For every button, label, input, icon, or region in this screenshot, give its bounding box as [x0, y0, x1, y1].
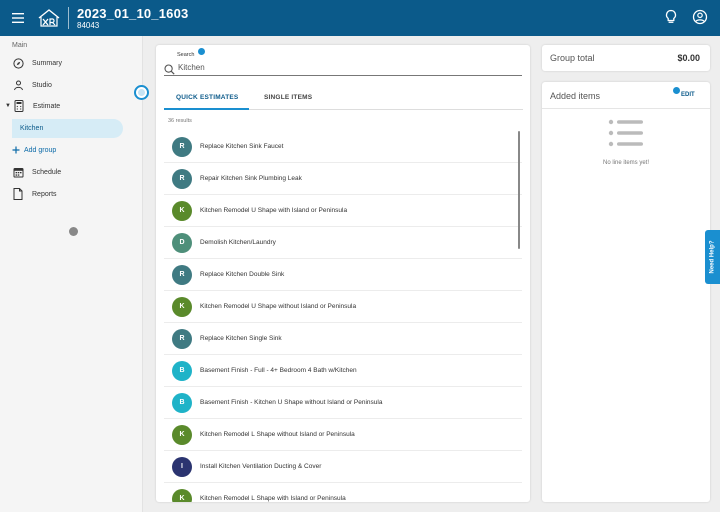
search-icon — [164, 62, 175, 80]
sidebar-item-estimate[interactable]: ▼ Estimate — [5, 99, 60, 113]
item-label: Replace Kitchen Single Sink — [200, 335, 282, 342]
results-count: 36 results — [168, 118, 192, 124]
item-avatar: K — [172, 488, 192, 502]
item-avatar: B — [172, 360, 192, 381]
item-avatar: D — [172, 232, 192, 253]
header-divider — [68, 7, 69, 29]
app-logo[interactable] — [36, 7, 62, 29]
group-total-card: Group total $0.00 — [542, 45, 710, 71]
loading-indicator-dot — [69, 227, 78, 236]
need-help-button[interactable]: Need Help? — [705, 230, 720, 284]
item-avatar: I — [172, 456, 192, 477]
hint-dot — [673, 87, 680, 94]
list-scrollbar[interactable] — [518, 131, 520, 249]
list-item[interactable]: B Basement Finish - Kitchen U Shape witho… — [164, 387, 522, 419]
list-item[interactable]: R Replace Kitchen Single Sink — [164, 323, 522, 355]
list-item[interactable]: B Basement Finish - Full - 4+ Bedroom 4 B… — [164, 355, 522, 387]
sidebar-item-kitchen[interactable]: Kitchen — [12, 119, 123, 138]
item-label: Install Kitchen Ventilation Ducting & Co… — [200, 463, 322, 470]
calendar-icon — [12, 166, 24, 178]
add-group-button[interactable]: Add group — [12, 143, 56, 157]
item-label: Replace Kitchen Double Sink — [200, 271, 285, 278]
item-label: Basement Finish - Kitchen U Shape withou… — [200, 399, 383, 406]
account-icon[interactable] — [692, 9, 708, 30]
item-avatar: R — [172, 168, 192, 189]
empty-list-icon — [608, 119, 644, 156]
search-label: Search — [177, 52, 195, 58]
sidebar: Main Summary Studio ▼ Estimate Kitchen A… — [0, 36, 143, 512]
list-item[interactable]: R Repair Kitchen Sink Plumbing Leak — [164, 163, 522, 195]
item-label: Kitchen Remodel U Shape without Island o… — [200, 303, 357, 310]
sidebar-item-label: Schedule — [32, 168, 62, 176]
tab-quick-estimates[interactable]: QUICK ESTIMATES — [176, 94, 238, 101]
search-input[interactable] — [178, 61, 518, 73]
item-label: Repair Kitchen Sink Plumbing Leak — [200, 175, 302, 182]
list-item[interactable]: K Kitchen Remodel U Shape without Island … — [164, 291, 522, 323]
divider — [542, 108, 710, 109]
search-underline — [164, 75, 522, 76]
group-total-label: Group total — [550, 53, 595, 63]
item-avatar: K — [172, 424, 192, 445]
need-help-label: Need Help? — [709, 240, 716, 274]
item-label: Kitchen Remodel U Shape with Island or P… — [200, 207, 348, 214]
calculator-icon — [13, 100, 25, 112]
project-title: 2023_01_10_1603 — [77, 5, 189, 21]
item-label: Kitchen Remodel L Shape without Island o… — [200, 431, 355, 438]
item-avatar: R — [172, 264, 192, 285]
empty-state-text: No line items yet! — [602, 160, 650, 166]
item-label: Basement Finish - Full - 4+ Bedroom 4 Ba… — [200, 367, 357, 374]
top-app-bar: 2023_01_10_1603 84043 — [0, 0, 720, 36]
results-list: R Replace Kitchen Sink Faucet R Repair Kitc… — [164, 131, 522, 502]
document-icon — [12, 188, 24, 200]
sidebar-item-schedule[interactable]: Schedule — [12, 165, 61, 179]
added-items-card: Added items EDIT No line items yet! — [542, 82, 710, 502]
item-avatar: K — [172, 200, 192, 221]
compass-icon — [12, 57, 24, 69]
sidebar-item-label: Reports — [32, 190, 57, 198]
sidebar-item-label: Summary — [32, 59, 62, 67]
item-avatar: K — [172, 296, 192, 317]
list-item[interactable]: K Kitchen Remodel U Shape with Island or … — [164, 195, 522, 227]
item-avatar: R — [172, 328, 192, 349]
item-avatar: R — [172, 136, 192, 157]
item-label: Demolish Kitchen/Laundry — [200, 239, 276, 246]
sidebar-section-label: Main — [12, 42, 28, 49]
added-items-title: Added items — [550, 91, 601, 101]
active-tab-indicator — [164, 108, 249, 110]
hint-dot — [198, 48, 205, 55]
list-item[interactable]: R Replace Kitchen Sink Faucet — [164, 131, 522, 163]
sidebar-item-label: Kitchen — [20, 125, 44, 132]
header-actions — [664, 9, 708, 30]
tab-bar: QUICK ESTIMATES SINGLE ITEMS — [164, 90, 523, 110]
item-avatar: B — [172, 392, 192, 413]
sidebar-item-label: Estimate — [32, 102, 61, 110]
sidebar-item-studio[interactable]: Studio — [12, 78, 52, 92]
project-number: 84043 — [77, 20, 100, 30]
sidebar-item-label: Studio — [32, 81, 52, 89]
project-title-block: 2023_01_10_1603 84043 — [77, 7, 188, 30]
group-total-value: $0.00 — [677, 53, 700, 63]
lightbulb-icon[interactable] — [664, 9, 678, 30]
edit-button[interactable]: EDIT — [681, 92, 695, 98]
caret-down-icon[interactable]: ▼ — [5, 103, 11, 109]
list-item[interactable]: I Install Kitchen Ventilation Ducting & C… — [164, 451, 522, 483]
drag-handle-ring[interactable] — [134, 85, 149, 100]
sidebar-item-reports[interactable]: Reports — [12, 187, 57, 201]
list-item[interactable]: K Kitchen Remodel L Shape with Island or … — [164, 483, 522, 502]
menu-icon[interactable] — [0, 0, 36, 36]
person-icon — [12, 79, 24, 91]
plus-icon — [12, 144, 20, 156]
list-item[interactable]: K Kitchen Remodel L Shape without Island … — [164, 419, 522, 451]
item-label: Kitchen Remodel L Shape with Island or P… — [200, 495, 346, 502]
item-label: Replace Kitchen Sink Faucet — [200, 143, 284, 150]
sidebar-item-label: Add group — [24, 146, 57, 154]
list-item[interactable]: D Demolish Kitchen/Laundry — [164, 227, 522, 259]
tab-single-items[interactable]: SINGLE ITEMS — [264, 94, 312, 101]
search-panel: Search QUICK ESTIMATES SINGLE ITEMS 36 r… — [156, 45, 530, 502]
sidebar-item-summary[interactable]: Summary — [12, 56, 62, 70]
list-item[interactable]: R Replace Kitchen Double Sink — [164, 259, 522, 291]
